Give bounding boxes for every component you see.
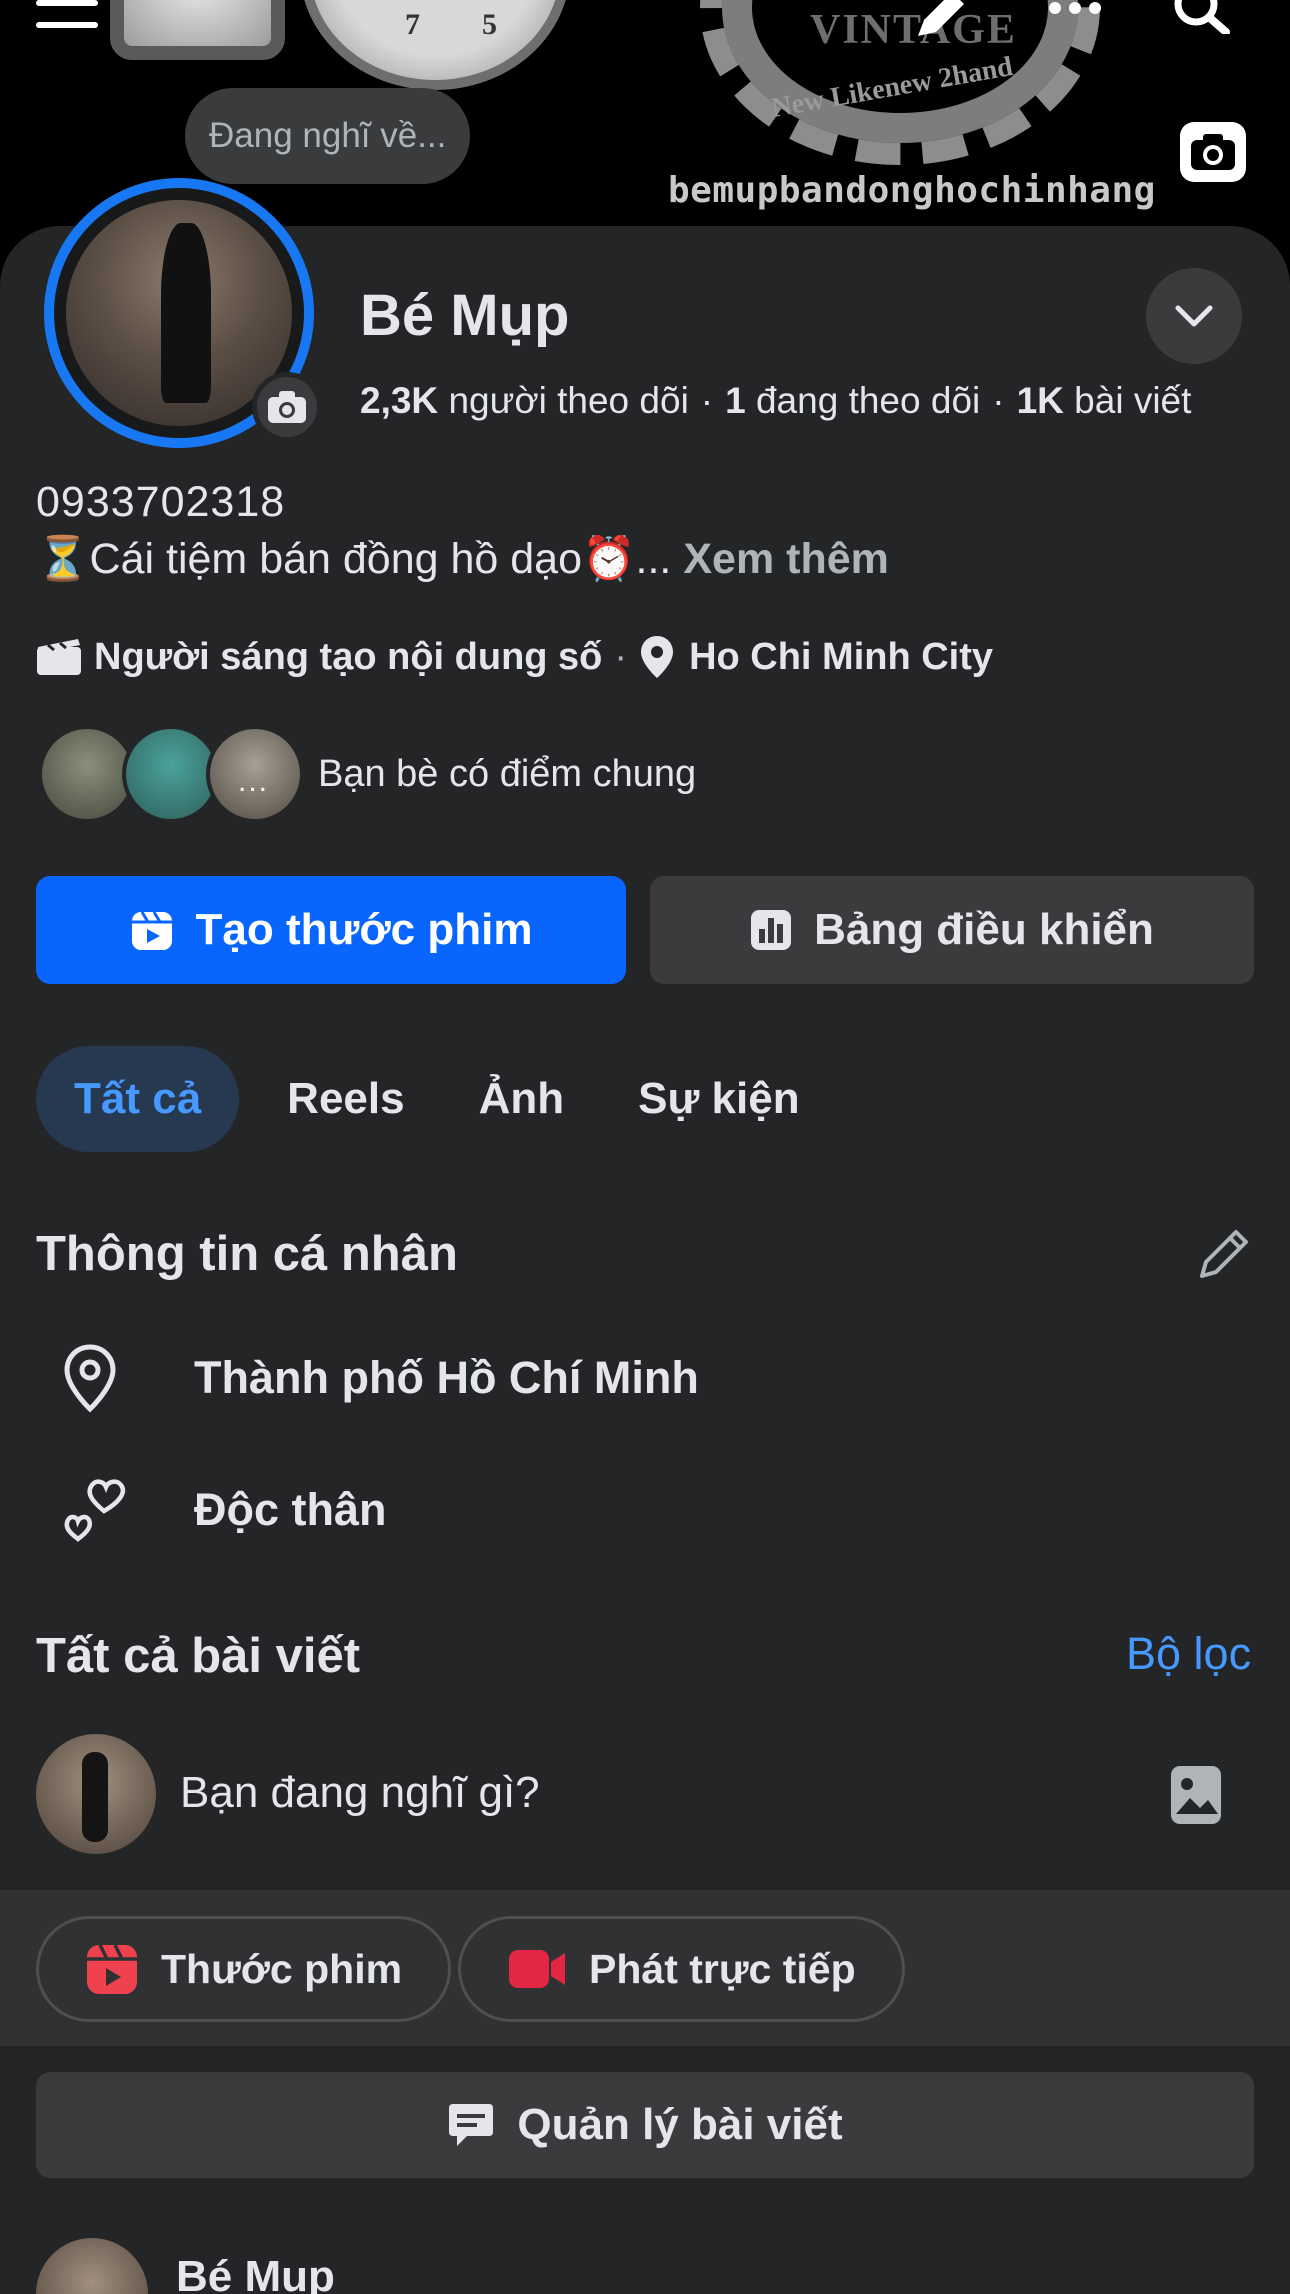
- chevron-down-icon: [1175, 305, 1213, 327]
- profile-meta: Người sáng tạo nội dung số · Ho Chi Minh…: [36, 634, 993, 680]
- go-live-label: Phát trực tiếp: [589, 1945, 856, 1992]
- profile-tabs: Tất cả Reels Ảnh Sự kiện: [36, 1046, 848, 1152]
- composer-avatar[interactable]: [36, 1734, 156, 1854]
- status-note-bubble[interactable]: Đang nghĩ về...: [185, 88, 471, 184]
- tab-reels[interactable]: Reels: [261, 1046, 430, 1152]
- watch-numeral-7: 7: [405, 8, 420, 41]
- go-live-button[interactable]: Phát trực tiếp: [458, 1916, 905, 2022]
- profile-options-button[interactable]: [1146, 268, 1242, 364]
- mutual-friends-label: Bạn bè có điểm chung: [318, 752, 697, 795]
- profile-category: Người sáng tạo nội dung số: [94, 635, 603, 678]
- clapperboard-icon: [37, 639, 81, 675]
- all-posts-title: Tất cả bài viết: [36, 1629, 361, 1683]
- posts-count: 1K: [1016, 380, 1064, 421]
- manage-posts-button[interactable]: Quản lý bài viết: [36, 2072, 1254, 2178]
- followers-count[interactable]: 2,3K: [360, 380, 438, 421]
- cover-camera-button[interactable]: [1180, 122, 1246, 182]
- tab-photos[interactable]: Ảnh: [453, 1046, 591, 1152]
- location-pin-icon: [64, 1344, 116, 1413]
- mutual-more-indicator: ...: [238, 765, 270, 798]
- mutual-friend-avatar: ...: [206, 725, 304, 823]
- stats-separator: ·: [992, 380, 1005, 421]
- pencil-icon: [1200, 1230, 1248, 1278]
- meta-separator: ·: [614, 635, 628, 678]
- bio-text-line: ⏳Cái tiệm bán đồng hồ dạo⏰... Xem thêm: [36, 534, 889, 584]
- menu-icon[interactable]: [36, 0, 98, 30]
- edit-icon[interactable]: [910, 0, 970, 43]
- info-row-relationship[interactable]: Độc thân: [60, 1470, 387, 1550]
- bio-text: ⏳Cái tiệm bán đồng hồ dạo⏰...: [36, 535, 672, 583]
- location-pin-icon: [641, 636, 674, 678]
- watch-numeral-5: 5: [482, 8, 497, 41]
- see-more-link[interactable]: Xem thêm: [683, 535, 889, 583]
- profile-stats: 2,3K người theo dõi · 1 đang theo dõi · 1K b…: [360, 380, 1191, 422]
- edit-info-button[interactable]: [1196, 1226, 1252, 1287]
- post-author-name[interactable]: Bé Mụp: [176, 2252, 335, 2294]
- cover-watch-right: 7 5: [300, 0, 570, 90]
- stats-separator: ·: [700, 380, 714, 421]
- dashboard-chart-icon: [751, 910, 792, 950]
- followers-label[interactable]: người theo dõi: [448, 380, 688, 421]
- avatar-camera-button[interactable]: [252, 372, 322, 442]
- posts-label: bài viết: [1074, 380, 1192, 421]
- hearts-icon: [64, 1479, 126, 1542]
- manage-posts-label: Quản lý bài viết: [517, 2100, 843, 2149]
- filter-link[interactable]: Bộ lọc: [1126, 1628, 1251, 1680]
- following-count[interactable]: 1: [725, 380, 746, 421]
- camera-icon: [268, 391, 306, 423]
- cover-watch-left: [110, 0, 285, 60]
- search-icon[interactable]: [1170, 0, 1230, 39]
- dashboard-label: Bảng điều khiển: [814, 905, 1154, 954]
- following-label[interactable]: đang theo dõi: [756, 380, 980, 421]
- info-city-text: Thành phố Hồ Chí Minh: [194, 1352, 699, 1403]
- info-relationship-text: Độc thân: [194, 1484, 387, 1535]
- profile-location: Ho Chi Minh City: [689, 635, 994, 678]
- mutual-friends[interactable]: ... Bạn bè có điểm chung: [38, 724, 696, 824]
- personal-info-title: Thông tin cá nhân: [36, 1227, 458, 1281]
- reel-icon: [131, 911, 172, 950]
- create-reel-label: Tạo thước phim: [195, 905, 533, 954]
- more-icon[interactable]: [1045, 0, 1105, 25]
- camera-icon: [1191, 134, 1235, 170]
- live-video-icon: [509, 1950, 565, 1988]
- create-reel-button[interactable]: Tạo thước phim: [36, 876, 626, 984]
- profile-name: Bé Mụp: [360, 283, 570, 348]
- dashboard-button[interactable]: Bảng điều khiển: [650, 876, 1254, 984]
- cover-handle: bemupbandonghochinhang: [668, 170, 1156, 211]
- photo-upload-button[interactable]: [1168, 1762, 1224, 1833]
- reel-post-label: Thước phim: [161, 1945, 403, 1992]
- reels-icon: [87, 1944, 137, 1994]
- bio-phone: 0933702318: [36, 478, 286, 526]
- reel-post-button[interactable]: Thước phim: [36, 1916, 452, 2022]
- tab-all[interactable]: Tất cả: [36, 1046, 240, 1152]
- info-row-city[interactable]: Thành phố Hồ Chí Minh: [60, 1338, 699, 1418]
- chat-bubble-icon: [449, 2104, 494, 2146]
- post-composer-input[interactable]: Bạn đang nghĩ gì?: [180, 1768, 540, 1818]
- tab-events[interactable]: Sự kiện: [612, 1046, 825, 1152]
- photo-icon: [1171, 1766, 1221, 1824]
